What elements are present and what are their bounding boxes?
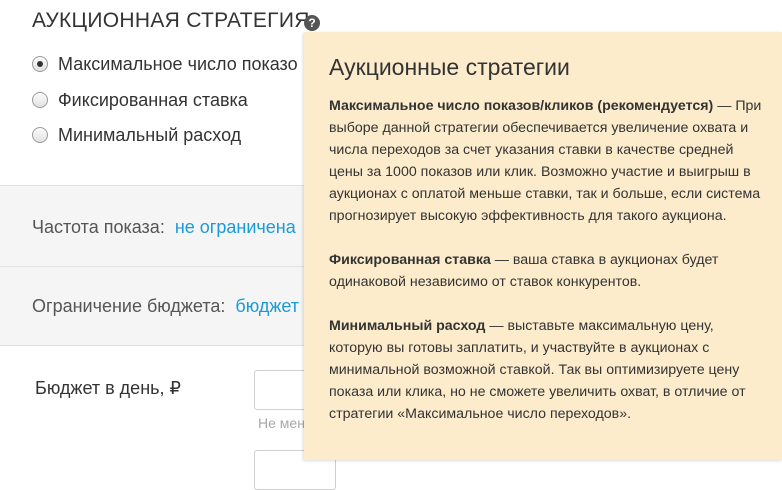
budget-limit-link[interactable]: бюджет — [235, 296, 299, 316]
campaign-settings-panel: АУКЦИОННАЯ СТРАТЕГИЯ ? Максимальное числ… — [0, 0, 782, 490]
frequency-label: Частота показа: — [32, 217, 165, 237]
tooltip-title: Аукционные стратегии — [329, 54, 570, 80]
budget-limit-row: Ограничение бюджета: бюджет — [32, 296, 299, 317]
tooltip-term: Минимальный расход — [329, 318, 486, 334]
daily-budget-label: Бюджет в день, ₽ — [35, 378, 181, 398]
radio-label: Минимальный расход — [58, 124, 242, 145]
frequency-link[interactable]: не ограничена — [175, 217, 296, 237]
auction-strategy-title: АУКЦИОННАЯ СТРАТЕГИЯ — [32, 9, 310, 32]
radio-checked-icon[interactable] — [32, 56, 48, 72]
question-icon[interactable]: ? — [304, 15, 320, 31]
radio-fixed-bid[interactable]: Фиксированная ставка — [32, 88, 248, 112]
tooltip-item-min-spend: Минимальный расход — выставьте максималь… — [329, 315, 768, 425]
radio-label: Максимальное число показо — [58, 53, 298, 74]
tooltip-item-fixed-bid: Фиксированная ставка — ваша ставка в аук… — [329, 249, 768, 293]
radio-min-spend[interactable]: Минимальный расход — [32, 123, 241, 147]
tooltip-term: Максимальное число показов/кликов (реком… — [329, 98, 714, 114]
tooltip-item-max-impressions: Максимальное число показов/кликов (реком… — [329, 95, 768, 227]
tooltip-text: — При выборе данной стратегии обеспечива… — [329, 98, 762, 224]
tooltip-term: Фиксированная ставка — [329, 252, 491, 268]
radio-label: Фиксированная ставка — [58, 89, 248, 110]
radio-unchecked-icon[interactable] — [32, 127, 48, 143]
budget-limit-label: Ограничение бюджета: — [32, 296, 226, 316]
strategy-help-tooltip: Аукционные стратегии Максимальное число … — [304, 32, 782, 460]
radio-unchecked-icon[interactable] — [32, 92, 48, 108]
frequency-row: Частота показа: не ограничена — [32, 217, 296, 238]
daily-budget-hint: Не мен — [258, 415, 305, 431]
radio-max-impressions[interactable]: Максимальное число показо — [32, 52, 298, 76]
